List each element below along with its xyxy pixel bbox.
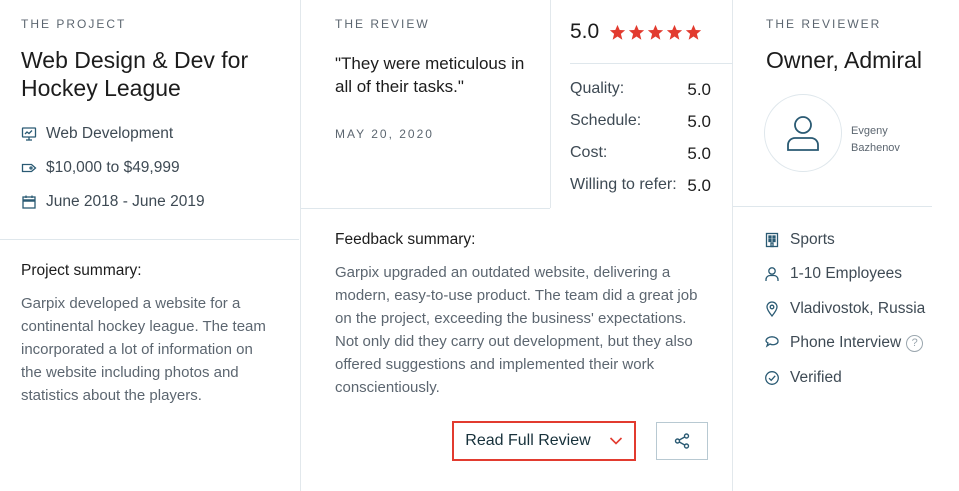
industry-line: Sports	[764, 230, 835, 250]
service-label: Web Development	[46, 125, 174, 142]
chat-bubble-icon	[765, 336, 779, 348]
budget-line: $10,000 to $49,999	[21, 158, 180, 178]
user-icon	[787, 116, 819, 151]
reviewer-title: Owner, Admiral	[766, 47, 922, 73]
employees-line: 1-10 Employees	[764, 264, 902, 284]
monitor-icon	[21, 127, 37, 141]
star-icon	[629, 24, 645, 40]
location-pin-icon	[766, 301, 778, 317]
willing-to-refer-score: Willing to refer: 5.0	[570, 176, 711, 196]
score-label: Cost:	[570, 144, 608, 161]
star-icon	[667, 24, 683, 40]
divider	[570, 63, 733, 64]
feedback-summary-label: Feedback summary:	[335, 231, 476, 248]
project-column: THE PROJECT Web Design & Dev for Hockey …	[0, 0, 299, 491]
location-label: Vladivostok, Russia	[790, 300, 926, 317]
schedule-score: Schedule: 5.0	[570, 112, 711, 132]
interview-label: Phone Interview	[790, 334, 902, 351]
share-button[interactable]	[656, 422, 708, 460]
score-label: Willing to refer:	[570, 176, 677, 193]
project-summary-text: Garpix developed a website for a contine…	[21, 295, 266, 404]
project-title: Web Design & Dev for Hockey League	[21, 47, 249, 101]
verified-label: Verified	[790, 369, 842, 386]
star-icon	[648, 24, 664, 40]
reviewer-column: THE REVIEWER Owner, Admiral Evgeny Bazhe…	[733, 0, 959, 491]
score-value: 5.0	[687, 176, 711, 195]
reviewer-name: Evgeny Bazhenov	[851, 125, 900, 154]
employees-label: 1-10 Employees	[790, 265, 903, 282]
star-icon	[610, 24, 626, 40]
budget-label: $10,000 to $49,999	[46, 159, 180, 176]
dates-line: June 2018 - June 2019	[21, 192, 205, 212]
dates-label: June 2018 - June 2019	[46, 193, 205, 210]
service-line: Web Development	[21, 124, 173, 144]
overall-rating-value: 5.0	[570, 20, 600, 43]
verified-line: Verified	[764, 368, 842, 388]
interview-line: Phone Interview ?	[764, 333, 924, 353]
divider	[0, 239, 299, 240]
score-value: 5.0	[687, 80, 711, 99]
rating-box: 5.0 Quality: 5.0 Schedule: 5.0 Cost: 5.0…	[550, 0, 733, 208]
help-icon[interactable]: ?	[906, 334, 924, 352]
review-quote: "They were meticulous in all of their ta…	[335, 54, 525, 96]
building-icon	[765, 232, 779, 248]
reviewer-eyebrow: THE REVIEWER	[766, 17, 882, 31]
overall-rating: 5.0	[570, 20, 704, 44]
check-circle-icon	[765, 371, 779, 385]
star-icon	[686, 24, 702, 40]
read-full-review-label: Read Full Review	[465, 432, 591, 449]
review-column: THE REVIEW "They were meticulous in all …	[300, 0, 733, 491]
share-icon	[674, 433, 690, 449]
score-value: 5.0	[687, 112, 711, 131]
review-eyebrow: THE REVIEW	[335, 17, 430, 31]
user-icon	[765, 267, 779, 281]
score-value: 5.0	[687, 144, 711, 163]
star-rating	[609, 24, 704, 41]
divider	[733, 206, 932, 207]
read-full-review-button[interactable]: Read Full Review	[452, 421, 636, 461]
calendar-icon	[22, 195, 36, 209]
review-date: MAY 20, 2020	[335, 127, 434, 141]
industry-label: Sports	[790, 231, 835, 248]
quality-score: Quality: 5.0	[570, 80, 711, 100]
price-tag-icon	[21, 163, 37, 173]
score-label: Schedule:	[570, 112, 642, 129]
location-line: Vladivostok, Russia	[764, 299, 925, 319]
cost-score: Cost: 5.0	[570, 144, 711, 164]
feedback-summary-text: Garpix upgraded an outdated website, del…	[335, 264, 698, 396]
score-label: Quality:	[570, 80, 625, 97]
project-eyebrow: THE PROJECT	[21, 17, 127, 31]
chevron-down-icon	[609, 437, 622, 445]
avatar	[764, 94, 842, 172]
divider	[301, 208, 550, 209]
project-summary-label: Project summary:	[21, 262, 142, 279]
